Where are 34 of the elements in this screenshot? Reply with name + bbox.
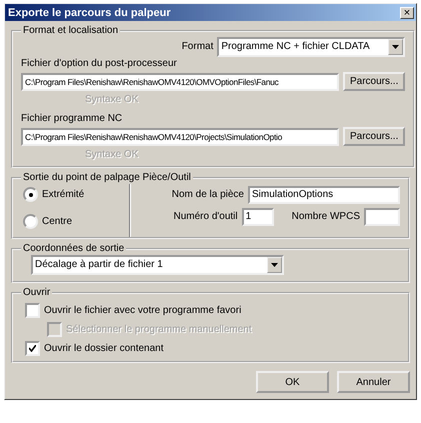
path-field[interactable]: C:\Program Files\Renishaw\RenishawOMV4120\Projects\SimulationOptio [21,128,339,146]
window-title: Exporte le parcours du palpeur [8,6,171,18]
wpcs-field[interactable] [364,208,400,226]
tool-number-field[interactable]: 1 [242,208,274,226]
group-title: Format et localisation [22,25,120,37]
checkbox-label: Ouvrir le fichier avec votre programme favori [44,304,242,316]
close-button[interactable]: × [400,6,414,18]
format-dropdown[interactable]: Programme NC + fichier CLDATA [217,37,406,57]
radio-label: Extrémité [42,188,84,200]
field-label: Nombre WPCS [292,211,360,223]
checkbox[interactable] [25,303,40,318]
dropdown-arrow-icon[interactable] [271,263,278,267]
group-title: Coordonnées de sortie [22,243,126,255]
format-label: Format [182,41,214,53]
field-label: Numéro d'outil [173,211,238,223]
field-label: Fichier d'option du post-processeur [21,58,178,70]
checkbox-label: Ouvrir le dossier contenant [44,342,164,354]
check-icon [29,345,36,352]
radio-button[interactable] [23,214,38,229]
coordinates-dropdown[interactable]: Décalage à partir de fichier 1 [31,255,284,275]
radio-button[interactable] [23,187,38,202]
browse-button[interactable]: Parcours... [343,127,406,146]
cancel-button[interactable]: Annuler [337,371,410,393]
group-title: Sortie du point de palpage Pièce/Outil [22,172,192,184]
group-title: Ouvrir [22,287,52,299]
field-label: Fichier programme NC [21,113,124,125]
browse-button[interactable]: Parcours... [343,72,406,91]
field-label: Nom de la pièce [172,189,244,201]
ok-button[interactable]: OK [256,371,329,393]
dropdown-arrow-icon[interactable] [392,45,400,49]
radio-label: Centre [42,216,72,228]
part-name-field[interactable]: SimulationOptions [248,186,400,204]
checkbox[interactable] [25,341,40,356]
path-field[interactable]: C:\Program Files\Renishaw\RenishawOMV4120\OMVOptionFiles\Fanuc [21,72,339,90]
